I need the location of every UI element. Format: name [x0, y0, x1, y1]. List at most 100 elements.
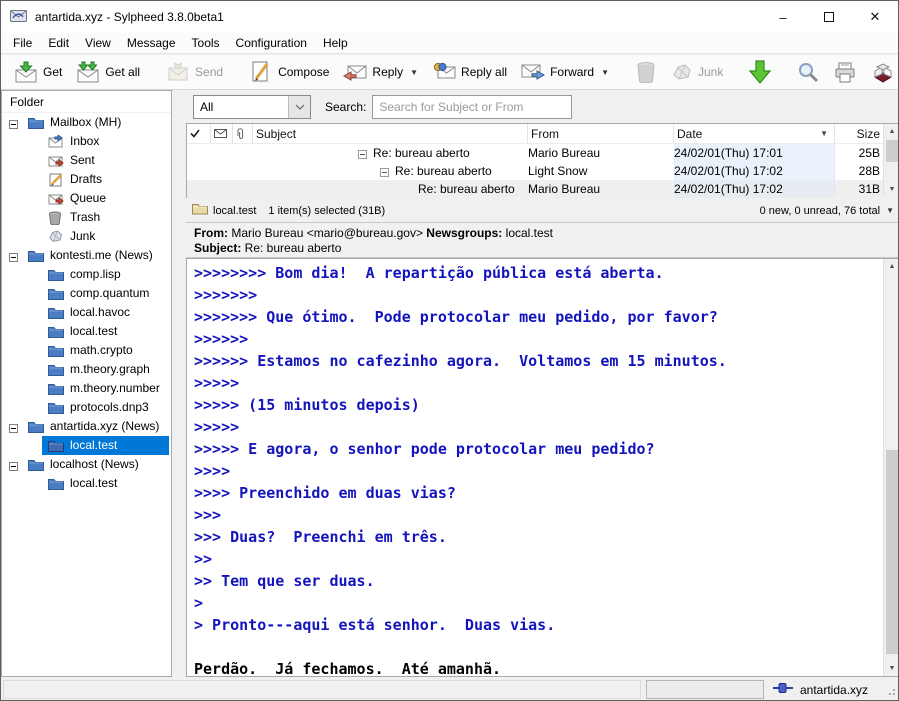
- blank-line: [194, 636, 879, 658]
- folder-item-math-crypto[interactable]: math.crypto: [2, 341, 171, 360]
- scroll-down-icon[interactable]: ▼: [884, 182, 899, 197]
- close-button[interactable]: ✕: [852, 1, 898, 33]
- scrollbar-thumb[interactable]: [886, 140, 898, 162]
- address-book-icon: [871, 61, 895, 83]
- folder-item-trash[interactable]: Trash: [2, 208, 171, 227]
- folder-item-mtheory-graph[interactable]: m.theory.graph: [2, 360, 171, 379]
- quote-line: >>>>>: [194, 372, 879, 394]
- folder-icon: [48, 439, 64, 455]
- minimize-button[interactable]: –: [760, 1, 806, 33]
- folder-item-antartida[interactable]: antartida.xyz (News): [2, 417, 171, 436]
- forward-dropdown-arrow[interactable]: ▼: [601, 68, 609, 77]
- size-column-header[interactable]: Size: [835, 124, 884, 143]
- collapse-expander-icon[interactable]: [9, 460, 18, 469]
- folder-item-kontesti[interactable]: kontesti.me (News): [2, 246, 171, 265]
- folder-item-drafts[interactable]: Drafts: [2, 170, 171, 189]
- menu-file[interactable]: File: [5, 34, 40, 52]
- get-all-button[interactable]: Get all: [69, 58, 147, 86]
- folder-pane: Folder Mailbox (MH) Inbox Sent Drafts Qu…: [1, 90, 172, 677]
- body-line: Perdão. Já fechamos. Até amanhã.: [194, 658, 879, 677]
- folder-icon: [28, 249, 44, 265]
- get-button[interactable]: Get: [7, 58, 69, 86]
- delete-button[interactable]: [628, 58, 664, 86]
- folder-icon: [28, 420, 44, 436]
- folder-icon: [48, 477, 64, 493]
- collapse-expander-icon[interactable]: [9, 422, 18, 431]
- message-row-2[interactable]: Re: bureau aberto Light Snow 24/02/01(Th…: [187, 162, 899, 180]
- thread-collapse-icon[interactable]: [358, 148, 367, 162]
- quote-line: >>>>>>>> Bom dia! A repartição pública e…: [194, 262, 879, 284]
- send-button[interactable]: Send: [159, 58, 230, 86]
- quote-line: > Pronto---aqui está senhor. Duas vias.: [194, 614, 879, 636]
- chevron-down-icon[interactable]: [288, 96, 310, 118]
- menu-edit[interactable]: Edit: [40, 34, 77, 52]
- inbox-icon: [48, 135, 64, 151]
- folder-item-localhost[interactable]: localhost (News): [2, 455, 171, 474]
- date-column-header[interactable]: Date▼: [674, 124, 835, 143]
- resize-grip[interactable]: [884, 684, 896, 699]
- menu-help[interactable]: Help: [315, 34, 356, 52]
- folder-item-mailbox[interactable]: Mailbox (MH): [2, 113, 171, 132]
- message-list-scrollbar[interactable]: ▲ ▼: [883, 124, 899, 197]
- message-row-1[interactable]: Re: bureau aberto Mario Bureau 24/02/01(…: [187, 144, 899, 162]
- quote-line: >>>>>: [194, 416, 879, 438]
- folder-item-local-test-localhost[interactable]: local.test: [2, 474, 171, 493]
- folder-item-inbox[interactable]: Inbox: [2, 132, 171, 151]
- scrollbar-thumb[interactable]: [886, 450, 898, 654]
- menu-view[interactable]: View: [77, 34, 119, 52]
- search-button[interactable]: [790, 58, 826, 86]
- maximize-button[interactable]: [806, 1, 852, 33]
- message-body-scrollbar[interactable]: ▲ ▼: [883, 259, 899, 676]
- folder-item-protocols-dnp3[interactable]: protocols.dnp3: [2, 398, 171, 417]
- scroll-up-icon[interactable]: ▲: [884, 259, 899, 274]
- message-row-3-selected[interactable]: Re: bureau aberto Mario Bureau 24/02/01(…: [187, 180, 899, 198]
- folder-item-mtheory-number[interactable]: m.theory.number: [2, 379, 171, 398]
- search-input[interactable]: [372, 95, 572, 119]
- folder-item-comp-lisp[interactable]: comp.lisp: [2, 265, 171, 284]
- totals-dropdown-icon[interactable]: ▼: [886, 206, 894, 215]
- connection-plug-icon[interactable]: [773, 682, 793, 697]
- folder-item-queue[interactable]: Queue: [2, 189, 171, 208]
- message-totals: 0 new, 0 unread, 76 total: [760, 205, 880, 217]
- reply-dropdown-arrow[interactable]: ▼: [410, 68, 418, 77]
- search-label: Search:: [325, 100, 366, 114]
- forward-button[interactable]: Forward ▼: [514, 59, 616, 85]
- compose-button[interactable]: Compose: [242, 57, 336, 87]
- scroll-up-icon[interactable]: ▲: [884, 124, 899, 139]
- folder-item-local-test-kontesti[interactable]: local.test: [2, 322, 171, 341]
- subject-column-header[interactable]: Subject: [253, 124, 528, 143]
- menu-message[interactable]: Message: [119, 34, 184, 52]
- quote-line: >>> Duas? Preenchi em três.: [194, 526, 879, 548]
- header-line-from: From: Mario Bureau <mario@bureau.gov> Ne…: [194, 226, 892, 241]
- reply-all-button[interactable]: Reply all: [425, 59, 514, 85]
- newsgroups-value: local.test: [502, 226, 553, 240]
- attachment-column-header[interactable]: [233, 124, 253, 143]
- current-folder-name: local.test: [213, 205, 256, 217]
- menu-configuration[interactable]: Configuration: [228, 34, 315, 52]
- folder-item-sent[interactable]: Sent: [2, 151, 171, 170]
- menu-tools[interactable]: Tools: [184, 34, 228, 52]
- folder-item-junk[interactable]: Junk: [2, 227, 171, 246]
- thread-collapse-icon[interactable]: [380, 166, 389, 180]
- quote-line: >>>>>>: [194, 328, 879, 350]
- execute-down-arrow-icon: [749, 60, 771, 84]
- folder-item-local-havoc[interactable]: local.havoc: [2, 303, 171, 322]
- junk-icon: [671, 63, 693, 81]
- reply-button[interactable]: Reply ▼: [336, 59, 425, 85]
- message-header-pane: From: Mario Bureau <mario@bureau.gov> Ne…: [186, 222, 899, 258]
- collapse-expander-icon[interactable]: [9, 251, 18, 260]
- print-button[interactable]: [826, 58, 864, 86]
- execute-button[interactable]: [742, 57, 778, 87]
- right-pane: All Search: Subject From Date▼ Size: [186, 90, 899, 677]
- from-column-header[interactable]: From: [528, 124, 674, 143]
- scroll-down-icon[interactable]: ▼: [884, 661, 899, 676]
- mark-column-header[interactable]: [187, 124, 211, 143]
- collapse-expander-icon[interactable]: [9, 118, 18, 127]
- address-book-button[interactable]: [864, 58, 899, 86]
- folder-item-local-test-antartida-selected[interactable]: local.test: [2, 436, 171, 455]
- folder-item-comp-quantum[interactable]: comp.quantum: [2, 284, 171, 303]
- folder-icon: [48, 344, 64, 360]
- filter-scope-select[interactable]: All: [193, 95, 311, 119]
- unread-column-header[interactable]: [211, 124, 233, 143]
- junk-button[interactable]: Junk: [664, 60, 730, 84]
